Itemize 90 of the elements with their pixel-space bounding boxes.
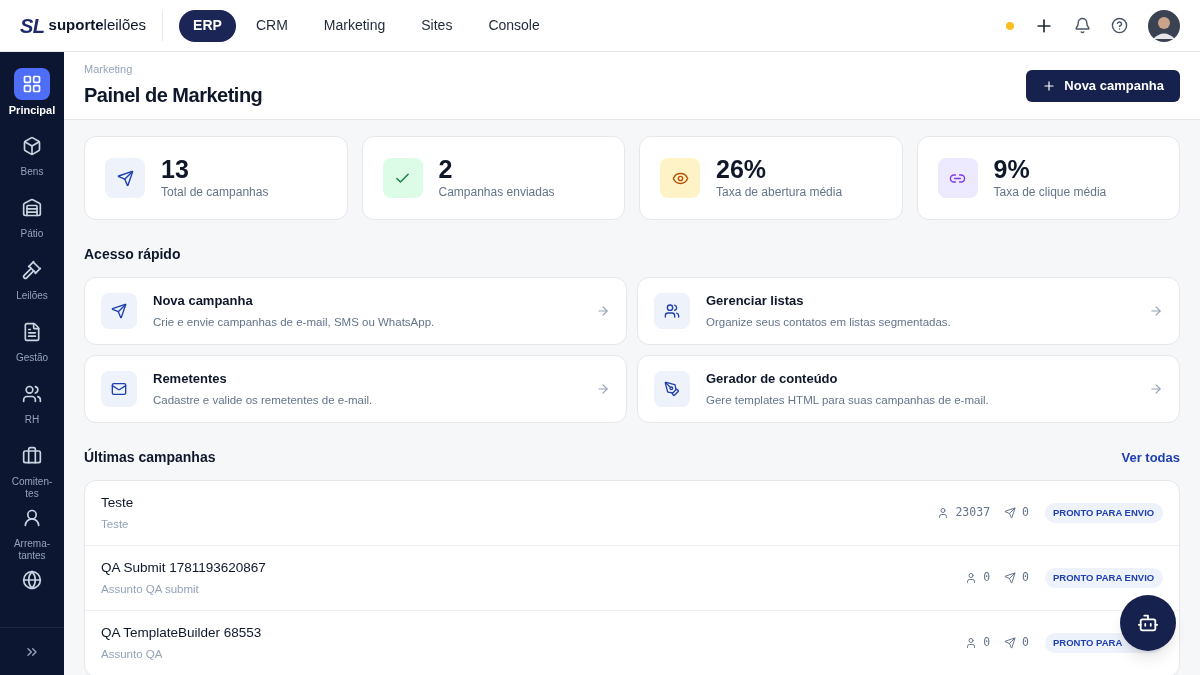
page-title: Painel de Marketing (84, 82, 263, 108)
robot-icon (1137, 612, 1159, 634)
person-icon (22, 508, 42, 528)
send-icon (1004, 507, 1017, 519)
gavel-icon (22, 260, 42, 280)
briefcase-icon (22, 446, 42, 466)
plus-icon (1042, 78, 1057, 93)
send-icon (111, 303, 127, 319)
recipient-count: 23037 (955, 504, 991, 522)
sidebar-item[interactable]: RH (0, 378, 64, 440)
campaign-subject: Assunto QA (101, 647, 164, 662)
quick-access-card[interactable]: Gerador de conteúdo Gere templates HTML para suas campanhas de e-mail. (637, 355, 1180, 423)
sidebar-item[interactable]: Arrema-tantes (0, 502, 64, 564)
nav-tab[interactable]: Console (472, 9, 556, 42)
recipient-count: 0 (983, 634, 991, 652)
arrow-icon (596, 304, 610, 318)
person-icon (965, 637, 978, 649)
sidebar-label: Pátio (19, 228, 45, 240)
card-title: Gerador de conteúdo (706, 370, 839, 389)
help-icon[interactable] (1111, 17, 1128, 34)
people-icon (22, 384, 42, 404)
sent-count: 0 (1022, 569, 1029, 587)
sidebar-item[interactable]: Leilões (0, 254, 64, 316)
logo-mark: SL (20, 13, 45, 39)
recipient-count: 0 (983, 569, 991, 587)
stat-value: 2 (438, 155, 454, 183)
stat-value: 26% (716, 155, 768, 183)
sidebar-label: Gestão (14, 352, 50, 364)
campaign-subject: Assunto QA submit (101, 582, 200, 597)
card-title: Gerenciar listas (706, 292, 805, 311)
building-icon (22, 198, 42, 218)
quick-access-card[interactable]: Gerenciar listas Organize seus contatos em listas segmentadas. (637, 277, 1180, 345)
campaign-name: QA Submit 1781193620867 (101, 558, 267, 577)
status-badge: PRONTO PARA ENVIO (1045, 568, 1163, 588)
stat-label: Total de campanhas (161, 184, 269, 201)
notification-icon[interactable] (1074, 17, 1091, 34)
status-badge: PRONTO PARA ENVIO (1045, 503, 1163, 523)
people-icon (664, 303, 680, 319)
send-icon (1004, 637, 1017, 649)
arrow-icon (596, 382, 610, 396)
globe-icon (22, 570, 42, 590)
person-icon (937, 507, 950, 519)
pen-icon (664, 381, 680, 397)
card-description: Organize seus contatos em listas segmentadas. (706, 314, 952, 330)
nav-tab[interactable]: Sites (405, 9, 469, 42)
card-description: Cadastre e valide os remetentes de e-mail. (153, 392, 374, 408)
stat-value: 13 (161, 155, 190, 183)
avatar[interactable] (1148, 9, 1180, 42)
mail-icon (111, 381, 127, 397)
document-icon (22, 322, 42, 342)
quick-access-card[interactable]: Nova campanha Crie e envie campanhas de e-mail, SMS ou WhatsApp. (84, 277, 627, 345)
stat-value: 9% (993, 155, 1031, 183)
sidebar-item[interactable]: Bens (0, 130, 64, 192)
sidebar-item[interactable]: Comiten-tes (0, 440, 64, 502)
sidebar-label: Comiten-tes (10, 476, 54, 500)
card-description: Gere templates HTML para suas campanhas de e-mail. (706, 392, 990, 408)
nav-tab[interactable]: ERP (179, 9, 236, 42)
sidebar-item[interactable]: Principal (0, 68, 64, 130)
person-icon (965, 572, 978, 584)
grid-icon (22, 74, 42, 94)
section-title: Acesso rápido (84, 245, 182, 264)
stat-label: Taxa de clique média (993, 184, 1107, 201)
campaign-subject: Teste (101, 517, 130, 532)
campaign-row[interactable]: Teste Teste 23037 0 PRONTO PARA ENVIO (85, 481, 1179, 546)
card-description: Crie e envie campanhas de e-mail, SMS ou WhatsApp. (153, 314, 436, 330)
cube-icon (22, 136, 42, 156)
new-campaign-button[interactable]: Nova campanha (1026, 69, 1180, 102)
sidebar-label: RH (23, 414, 41, 426)
sidebar-label: Arrema-tantes (12, 538, 52, 562)
send-icon (1004, 572, 1017, 584)
card-title: Nova campanha (153, 292, 254, 311)
sent-count: 0 (1022, 504, 1029, 522)
section-title: Últimas campanhas (84, 447, 216, 467)
nav-tab[interactable]: Marketing (307, 9, 402, 42)
campaign-name: QA TemplateBuilder 68553 (101, 623, 263, 642)
campaign-name: Teste (101, 493, 135, 512)
sidebar-label: Bens (19, 166, 45, 178)
sidebar-label: Leilões (15, 290, 49, 302)
sent-count: 0 (1022, 634, 1029, 652)
stat-label: Taxa de abertura média (716, 184, 843, 201)
view-all-link[interactable]: Ver todas (1121, 447, 1180, 468)
stat-label: Campanhas enviadas (438, 184, 555, 201)
sidebar-label: Principal (8, 104, 56, 117)
sidebar-item[interactable]: Gestão (0, 316, 64, 378)
nav-tab[interactable]: CRM (239, 9, 304, 42)
send-icon (116, 169, 134, 187)
card-title: Remetentes (153, 370, 228, 389)
logo-wordmark: suporteleilões (48, 15, 147, 36)
quick-access-card[interactable]: Remetentes Cadastre e valide os remetentes de e-mail. (84, 355, 627, 423)
sidebar-item[interactable]: Pátio (0, 192, 64, 254)
